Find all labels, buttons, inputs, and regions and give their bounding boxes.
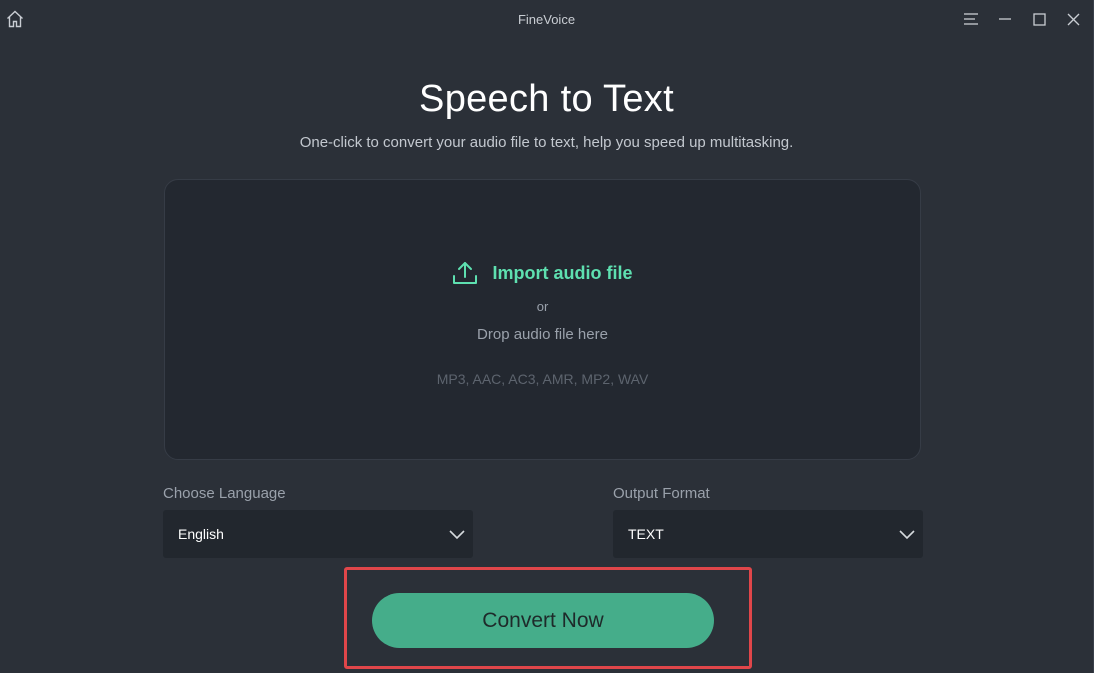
convert-now-button[interactable]: Convert Now bbox=[372, 593, 714, 648]
window-controls bbox=[961, 9, 1083, 29]
output-format-select[interactable]: TEXT bbox=[613, 510, 923, 558]
app-window: FineVoice Speech to Text One-click to co… bbox=[0, 0, 1094, 673]
import-audio-button[interactable]: Import audio file bbox=[165, 260, 920, 286]
maximize-button[interactable] bbox=[1029, 9, 1049, 29]
chevron-down-icon bbox=[899, 530, 915, 540]
language-select[interactable]: English bbox=[163, 510, 473, 558]
minimize-icon bbox=[999, 18, 1011, 20]
audio-dropzone[interactable]: Import audio file or Drop audio file her… bbox=[164, 179, 921, 460]
output-format-value: TEXT bbox=[628, 526, 664, 542]
language-value: English bbox=[178, 526, 224, 542]
output-format-label: Output Format bbox=[613, 485, 710, 502]
supported-formats: MP3, AAC, AC3, AMR, MP2, WAV bbox=[436, 371, 649, 387]
page-title: Speech to Text bbox=[419, 78, 674, 120]
import-audio-label[interactable]: Import audio file bbox=[492, 263, 632, 284]
upload-icon bbox=[453, 262, 478, 284]
or-separator: or bbox=[536, 299, 549, 314]
language-label: Choose Language bbox=[163, 485, 286, 502]
minimize-button[interactable] bbox=[995, 9, 1015, 29]
maximize-icon bbox=[1032, 12, 1046, 26]
menu-icon bbox=[964, 13, 978, 25]
close-button[interactable] bbox=[1063, 9, 1083, 29]
chevron-down-icon bbox=[449, 530, 465, 540]
close-icon bbox=[1067, 13, 1079, 25]
drop-hint: Drop audio file here bbox=[477, 326, 608, 343]
page-subtitle: One-click to convert your audio file to … bbox=[299, 134, 794, 151]
app-title: FineVoice bbox=[517, 12, 576, 27]
title-bar: FineVoice bbox=[0, 0, 1093, 40]
menu-button[interactable] bbox=[961, 9, 981, 29]
